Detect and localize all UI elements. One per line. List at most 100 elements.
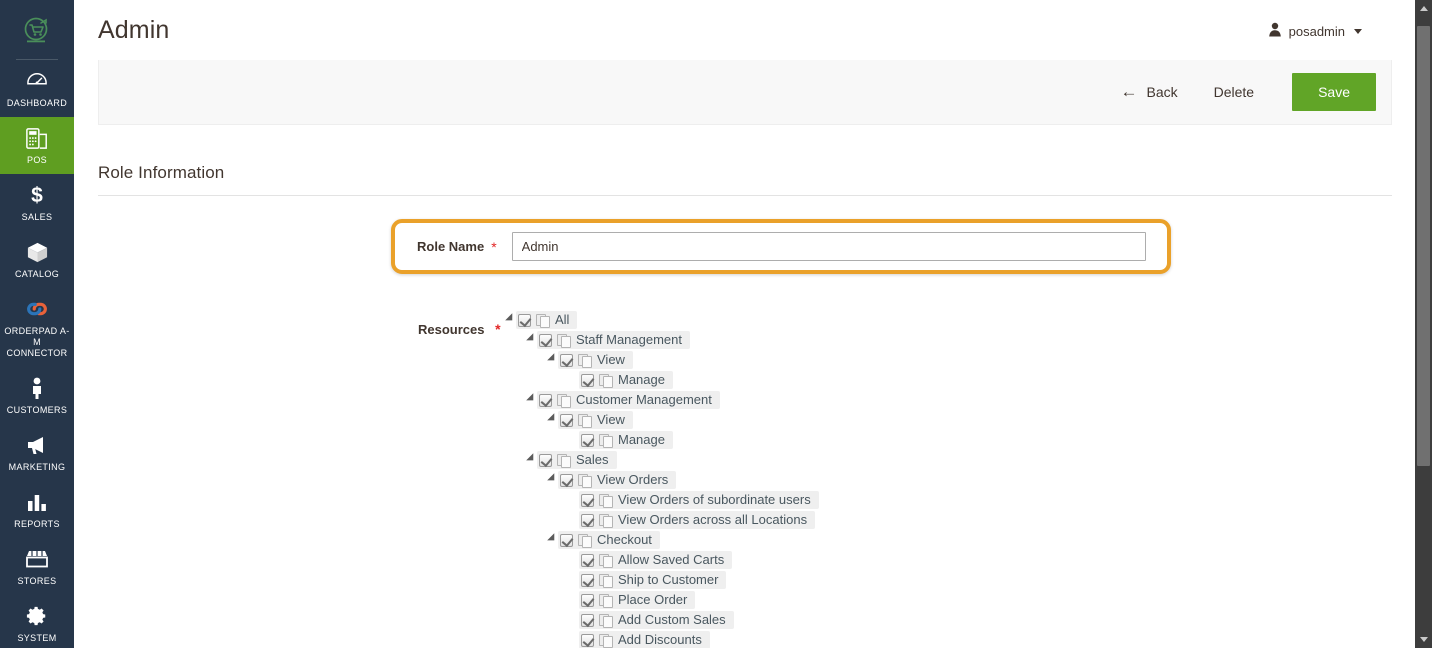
resources-label: Resources * — [418, 321, 501, 337]
delete-button[interactable]: Delete — [1196, 76, 1272, 108]
document-pages-icon — [599, 553, 613, 568]
document-pages-icon — [578, 413, 592, 428]
tree-checkbox-checked-icon[interactable] — [581, 593, 594, 607]
sidebar-item-orderpad-am-connector[interactable]: ORDERPAD A-M CONNECTOR — [0, 288, 74, 367]
tree-row: All — [504, 310, 819, 330]
tree-node-label: View Orders across all Locations — [618, 512, 808, 527]
tree-checkbox-checked-icon[interactable] — [581, 433, 594, 447]
tree-node-label: Staff Management — [576, 332, 682, 347]
sidebar-item-catalog[interactable]: CATALOG — [0, 231, 74, 288]
sidebar-item-system[interactable]: SYSTEM — [0, 595, 74, 648]
tree-expander-open-icon[interactable] — [546, 470, 558, 490]
tree-checkbox-checked-icon[interactable] — [581, 633, 594, 647]
save-button[interactable]: Save — [1292, 73, 1376, 111]
tree-checkbox-checked-icon[interactable] — [560, 533, 573, 547]
tree-row: Manage — [504, 370, 819, 390]
tree-node[interactable]: Manage — [579, 431, 673, 449]
tree-expander-open-icon[interactable] — [525, 390, 537, 410]
tree-node[interactable]: View Orders — [558, 471, 677, 489]
main-sidebar: DASHBOARD POS $ SALES CATALOG ORDERPAD A… — [0, 0, 74, 648]
account-menu[interactable]: posadmin — [1268, 22, 1362, 40]
tree-node-label: View — [597, 352, 625, 367]
tree-checkbox-checked-icon[interactable] — [539, 333, 552, 347]
tree-node[interactable]: View — [558, 351, 633, 369]
tree-node[interactable]: View Orders of subordinate users — [579, 491, 819, 509]
tree-expander-open-icon[interactable] — [525, 330, 537, 350]
tree-node-label: Manage — [618, 432, 665, 447]
tree-expander-open-icon[interactable] — [546, 410, 558, 430]
tree-row: Manage — [504, 430, 819, 450]
sidebar-item-label: MARKETING — [8, 462, 66, 472]
tree-checkbox-checked-icon[interactable] — [581, 493, 594, 507]
tree-node[interactable]: Add Discounts — [579, 631, 710, 648]
scroll-up-arrow-icon[interactable] — [1415, 0, 1432, 17]
tree-checkbox-checked-icon[interactable] — [560, 413, 573, 427]
tree-checkbox-checked-icon[interactable] — [539, 393, 552, 407]
sidebar-item-label: CATALOG — [14, 269, 60, 279]
storefront-icon — [25, 547, 49, 571]
tree-node[interactable]: Ship to Customer — [579, 571, 727, 589]
sidebar-item-reports[interactable]: REPORTS — [0, 481, 74, 538]
tree-row: Allow Saved Carts — [504, 550, 819, 570]
document-pages-icon — [599, 593, 613, 608]
tree-node[interactable]: Customer Management — [537, 391, 720, 409]
tree-node[interactable]: Allow Saved Carts — [579, 551, 733, 569]
role-name-input[interactable] — [511, 232, 1146, 261]
tree-expander-open-icon[interactable] — [546, 350, 558, 370]
sidebar-item-label: SALES — [21, 212, 53, 222]
document-pages-icon — [578, 473, 592, 488]
required-marker: * — [495, 321, 501, 337]
tree-checkbox-checked-icon[interactable] — [518, 313, 531, 327]
tree-expander-open-icon[interactable] — [504, 310, 516, 330]
sidebar-item-label: POS — [26, 155, 48, 165]
tree-node[interactable]: Checkout — [558, 531, 660, 549]
document-pages-icon — [578, 353, 592, 368]
page-scrollbar[interactable] — [1415, 0, 1432, 648]
tree-checkbox-checked-icon[interactable] — [560, 473, 573, 487]
tree-checkbox-checked-icon[interactable] — [581, 613, 594, 627]
sidebar-item-customers[interactable]: CUSTOMERS — [0, 367, 74, 424]
dollar-sign-icon: $ — [28, 183, 46, 207]
scrollbar-thumb[interactable] — [1417, 26, 1430, 466]
document-pages-icon — [557, 453, 571, 468]
scroll-down-arrow-icon[interactable] — [1415, 631, 1432, 648]
sidebar-item-dashboard[interactable]: DASHBOARD — [0, 60, 74, 117]
svg-text:$: $ — [31, 184, 43, 207]
tree-checkbox-checked-icon[interactable] — [581, 553, 594, 567]
tree-checkbox-checked-icon[interactable] — [581, 513, 594, 527]
tree-row: Ship to Customer — [504, 570, 819, 590]
page-content: Admin posadmin ← Back Delete Save Role I… — [74, 0, 1417, 648]
sidebar-item-stores[interactable]: STORES — [0, 538, 74, 595]
tree-node[interactable]: Sales — [537, 451, 617, 469]
user-icon — [1268, 22, 1282, 40]
back-button[interactable]: ← Back — [1102, 76, 1195, 108]
tree-node[interactable]: All — [516, 311, 578, 329]
tree-node[interactable]: View Orders across all Locations — [579, 511, 816, 529]
sidebar-item-pos[interactable]: POS — [0, 117, 74, 174]
tree-node[interactable]: Staff Management — [537, 331, 690, 349]
gear-icon — [26, 604, 48, 628]
logo[interactable] — [0, 0, 74, 60]
page-header: Admin posadmin — [74, 0, 1417, 60]
tree-checkbox-checked-icon[interactable] — [581, 373, 594, 387]
tree-checkbox-checked-icon[interactable] — [581, 573, 594, 587]
role-name-label: Role Name — [417, 239, 485, 254]
document-pages-icon — [536, 313, 550, 328]
tree-expander-open-icon[interactable] — [546, 530, 558, 550]
tree-row: View — [504, 350, 819, 370]
tree-node[interactable]: Place Order — [579, 591, 696, 609]
tree-node[interactable]: View — [558, 411, 633, 429]
tree-node-label: Customer Management — [576, 392, 712, 407]
document-pages-icon — [599, 433, 613, 448]
tree-node[interactable]: Manage — [579, 371, 673, 389]
tree-checkbox-checked-icon[interactable] — [539, 453, 552, 467]
tree-expander-open-icon[interactable] — [525, 450, 537, 470]
tree-checkbox-checked-icon[interactable] — [560, 353, 573, 367]
tree-node-label: Add Custom Sales — [618, 612, 726, 627]
document-pages-icon — [557, 393, 571, 408]
tree-node[interactable]: Add Custom Sales — [579, 611, 734, 629]
tree-row: Staff Management — [504, 330, 819, 350]
sidebar-item-sales[interactable]: $ SALES — [0, 174, 74, 231]
tree-node-label: Sales — [576, 452, 609, 467]
sidebar-item-marketing[interactable]: MARKETING — [0, 424, 74, 481]
